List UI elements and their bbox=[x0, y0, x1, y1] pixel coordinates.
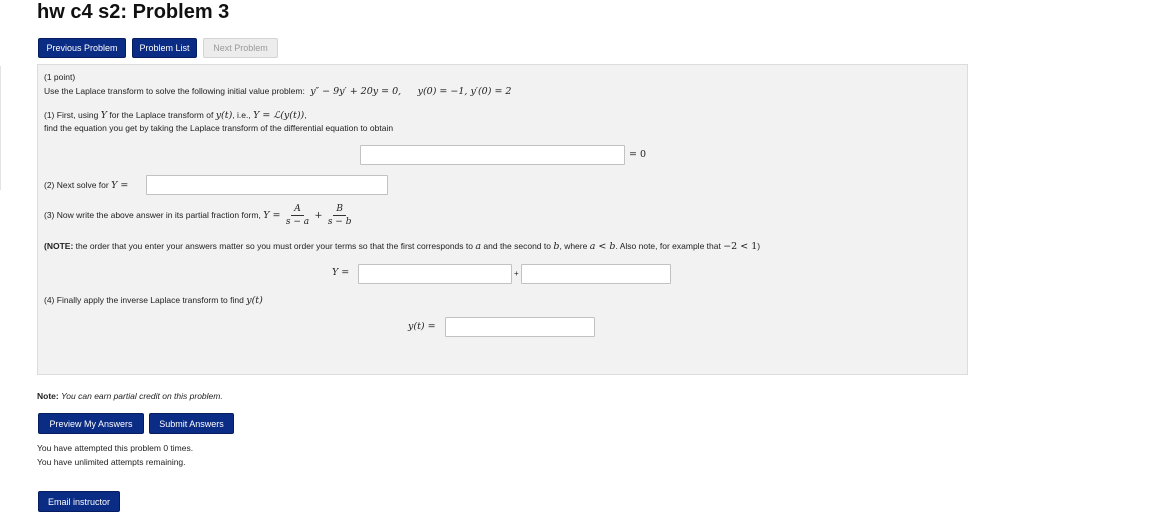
points-label: (1 point) bbox=[44, 72, 76, 82]
fraction-plus: + bbox=[314, 210, 323, 221]
note-close: ) bbox=[757, 241, 761, 251]
submit-answers-button[interactable]: Submit Answers bbox=[149, 413, 234, 434]
note-also: . Also note, for example that bbox=[615, 241, 721, 251]
step1-line2: find the equation you get by taking the … bbox=[44, 123, 394, 133]
order-note: (NOTE: the order that you enter your ans… bbox=[44, 240, 760, 253]
fraction-a-denominator: s − a bbox=[285, 217, 310, 228]
equals-zero: = 0 bbox=[629, 149, 647, 160]
solve-Y-input[interactable] bbox=[146, 175, 388, 195]
note-text: the order that you enter your answers ma… bbox=[75, 241, 473, 251]
step1-text-c: , i.e., bbox=[232, 110, 251, 120]
step1-text-a: (1) First, using bbox=[44, 110, 99, 120]
attempts-text: You have attempted this problem 0 times. bbox=[37, 443, 194, 453]
step1-dot: , bbox=[304, 110, 307, 120]
partial-fraction-Y-label: Y = bbox=[332, 267, 350, 278]
note-mid: and the second to bbox=[483, 241, 551, 251]
yt-label: y(t) = bbox=[408, 321, 436, 332]
note-example: −2 < 1 bbox=[723, 241, 758, 252]
partial-fraction-first-input[interactable] bbox=[358, 264, 512, 284]
note-label: (NOTE: bbox=[44, 241, 74, 251]
preview-answers-button[interactable]: Preview My Answers bbox=[38, 413, 144, 434]
step4-text: (4) Finally apply the inverse Laplace tr… bbox=[44, 295, 244, 305]
step1-line1: (1) First, using Y for the Laplace trans… bbox=[44, 109, 307, 122]
next-problem-button: Next Problem bbox=[203, 38, 278, 58]
note-a: a bbox=[475, 241, 482, 252]
partial-fraction-plus: + bbox=[514, 269, 519, 278]
ode-equation: y″ − 9y′ + 20y = 0, bbox=[310, 86, 402, 97]
fraction-a: A s − a bbox=[283, 204, 312, 227]
step3-text: (3) Now write the above answer in its pa… bbox=[44, 210, 261, 220]
step3-label: (3) Now write the above answer in its pa… bbox=[44, 203, 354, 228]
note-inequality: a < b bbox=[589, 241, 616, 252]
problem-list-button[interactable]: Problem List bbox=[132, 38, 197, 58]
partial-credit-label: Note: bbox=[37, 391, 59, 401]
fraction-b-denominator: s − b bbox=[327, 217, 352, 228]
step1-yt: y(t) bbox=[215, 110, 233, 121]
email-instructor-button[interactable]: Email instructor bbox=[38, 491, 120, 512]
fraction-b: B s − b bbox=[325, 204, 355, 227]
step3-Y: Y = bbox=[263, 210, 281, 221]
page-title: hw c4 s2: Problem 3 bbox=[37, 1, 230, 23]
fraction-b-numerator: B bbox=[333, 204, 346, 217]
partial-credit-note: Note: You can earn partial credit on thi… bbox=[37, 391, 223, 401]
left-rule bbox=[0, 66, 1, 190]
initial-conditions: y(0) = −1, y′(0) = 2 bbox=[417, 86, 512, 97]
yt-answer-input[interactable] bbox=[445, 317, 595, 337]
intro-text: Use the Laplace transform to solve the f… bbox=[44, 86, 305, 96]
step2-Y: Y = bbox=[111, 180, 129, 191]
problem-intro: Use the Laplace transform to solve the f… bbox=[44, 85, 511, 98]
step1-Y: Y bbox=[100, 110, 107, 121]
step1-text-b: for the Laplace transform of bbox=[109, 110, 214, 120]
step4-label: (4) Finally apply the inverse Laplace tr… bbox=[44, 294, 263, 307]
transform-equation-input[interactable] bbox=[360, 145, 625, 165]
partial-credit-text: You can earn partial credit on this prob… bbox=[61, 391, 223, 401]
problem-panel: (1 point) Use the Laplace transform to s… bbox=[37, 64, 968, 375]
partial-fraction-second-input[interactable] bbox=[521, 264, 671, 284]
step2-label: (2) Next solve for Y = bbox=[44, 179, 128, 192]
note-where: , where bbox=[559, 241, 588, 251]
step1-definition: Y = ℒ(y(t)) bbox=[253, 110, 305, 121]
fraction-a-numerator: A bbox=[291, 204, 304, 217]
step4-yt: y(t) bbox=[246, 295, 263, 306]
previous-problem-button[interactable]: Previous Problem bbox=[38, 38, 126, 58]
remaining-attempts-text: You have unlimited attempts remaining. bbox=[37, 457, 186, 467]
step2-text: (2) Next solve for bbox=[44, 180, 109, 190]
